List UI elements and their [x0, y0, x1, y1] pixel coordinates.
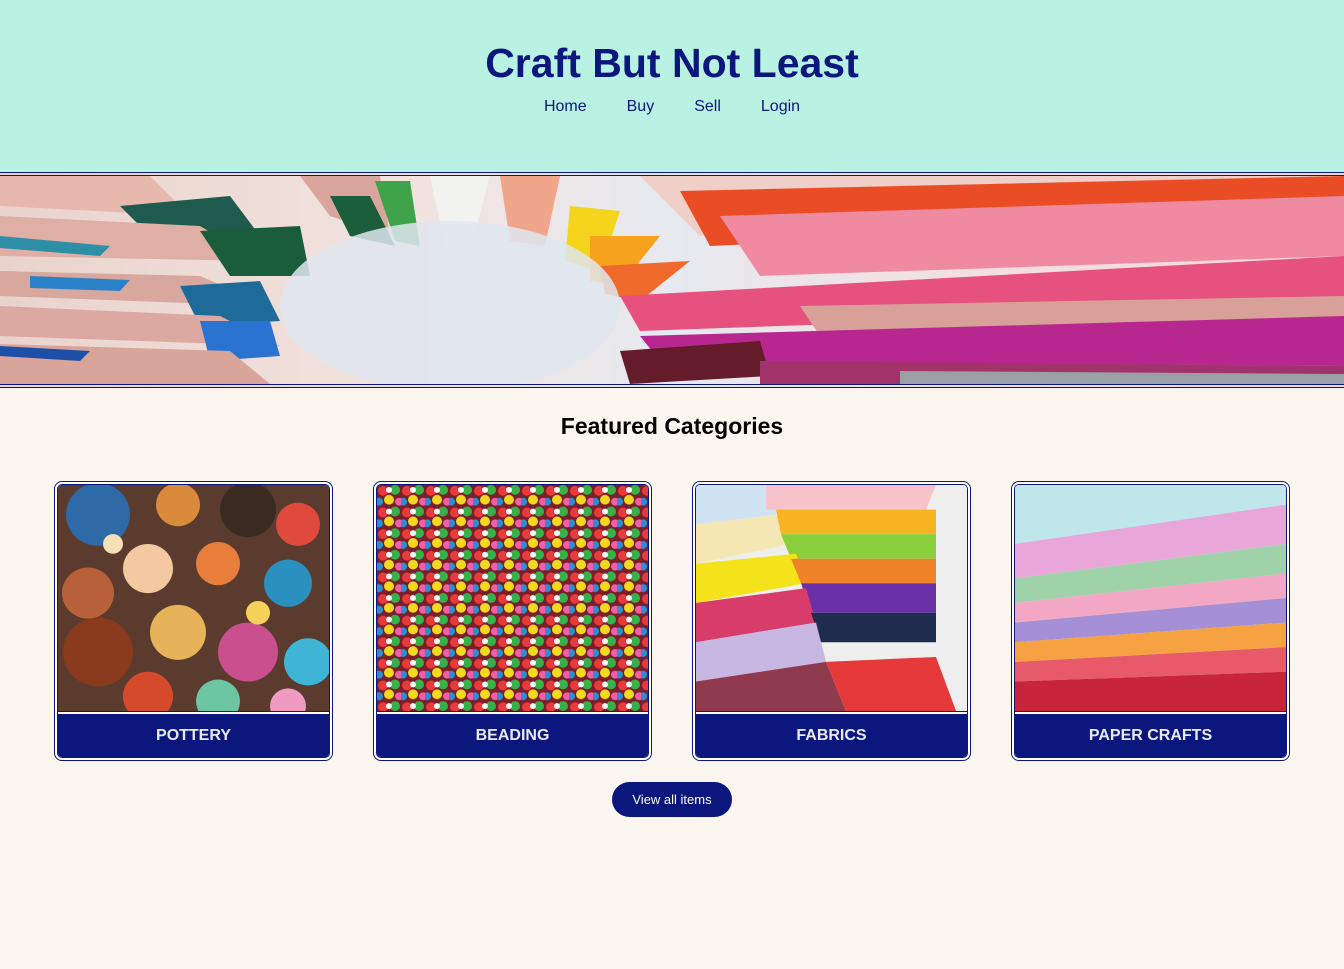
site-title: Craft But Not Least: [485, 40, 859, 86]
view-all-container: View all items: [0, 782, 1344, 817]
hero-banner-colored-pencils: [0, 172, 1344, 388]
beads-image: [377, 485, 648, 715]
colored-pencils-image: [0, 176, 1344, 384]
nav-login-link[interactable]: Login: [761, 96, 800, 118]
category-card-pottery[interactable]: POTTERY: [54, 481, 333, 761]
nav-sell-link[interactable]: Sell: [694, 96, 721, 118]
site-header: Craft But Not Least Home Buy Sell Login: [0, 0, 1344, 172]
category-card-paper-crafts[interactable]: PAPER CRAFTS: [1011, 481, 1290, 761]
fabrics-image: [696, 485, 967, 715]
category-card-fabrics[interactable]: FABRICS: [692, 481, 971, 761]
pottery-image: [58, 485, 329, 715]
paper-image: [1015, 485, 1286, 715]
category-cards: POTTERY BEADING FABRICS PAPER CRAFTS: [0, 481, 1344, 761]
main-nav: Home Buy Sell Login: [0, 96, 1344, 118]
category-label-beading: BEADING: [377, 715, 648, 757]
category-label-fabrics: FABRICS: [696, 715, 967, 757]
featured-categories-heading: Featured Categories: [560, 413, 784, 439]
category-label-pottery: POTTERY: [58, 715, 329, 757]
nav-home-link[interactable]: Home: [544, 96, 587, 118]
category-label-paper-crafts: PAPER CRAFTS: [1015, 715, 1286, 757]
view-all-items-button[interactable]: View all items: [612, 782, 732, 817]
nav-buy-link[interactable]: Buy: [627, 96, 655, 118]
category-card-beading[interactable]: BEADING: [373, 481, 652, 761]
